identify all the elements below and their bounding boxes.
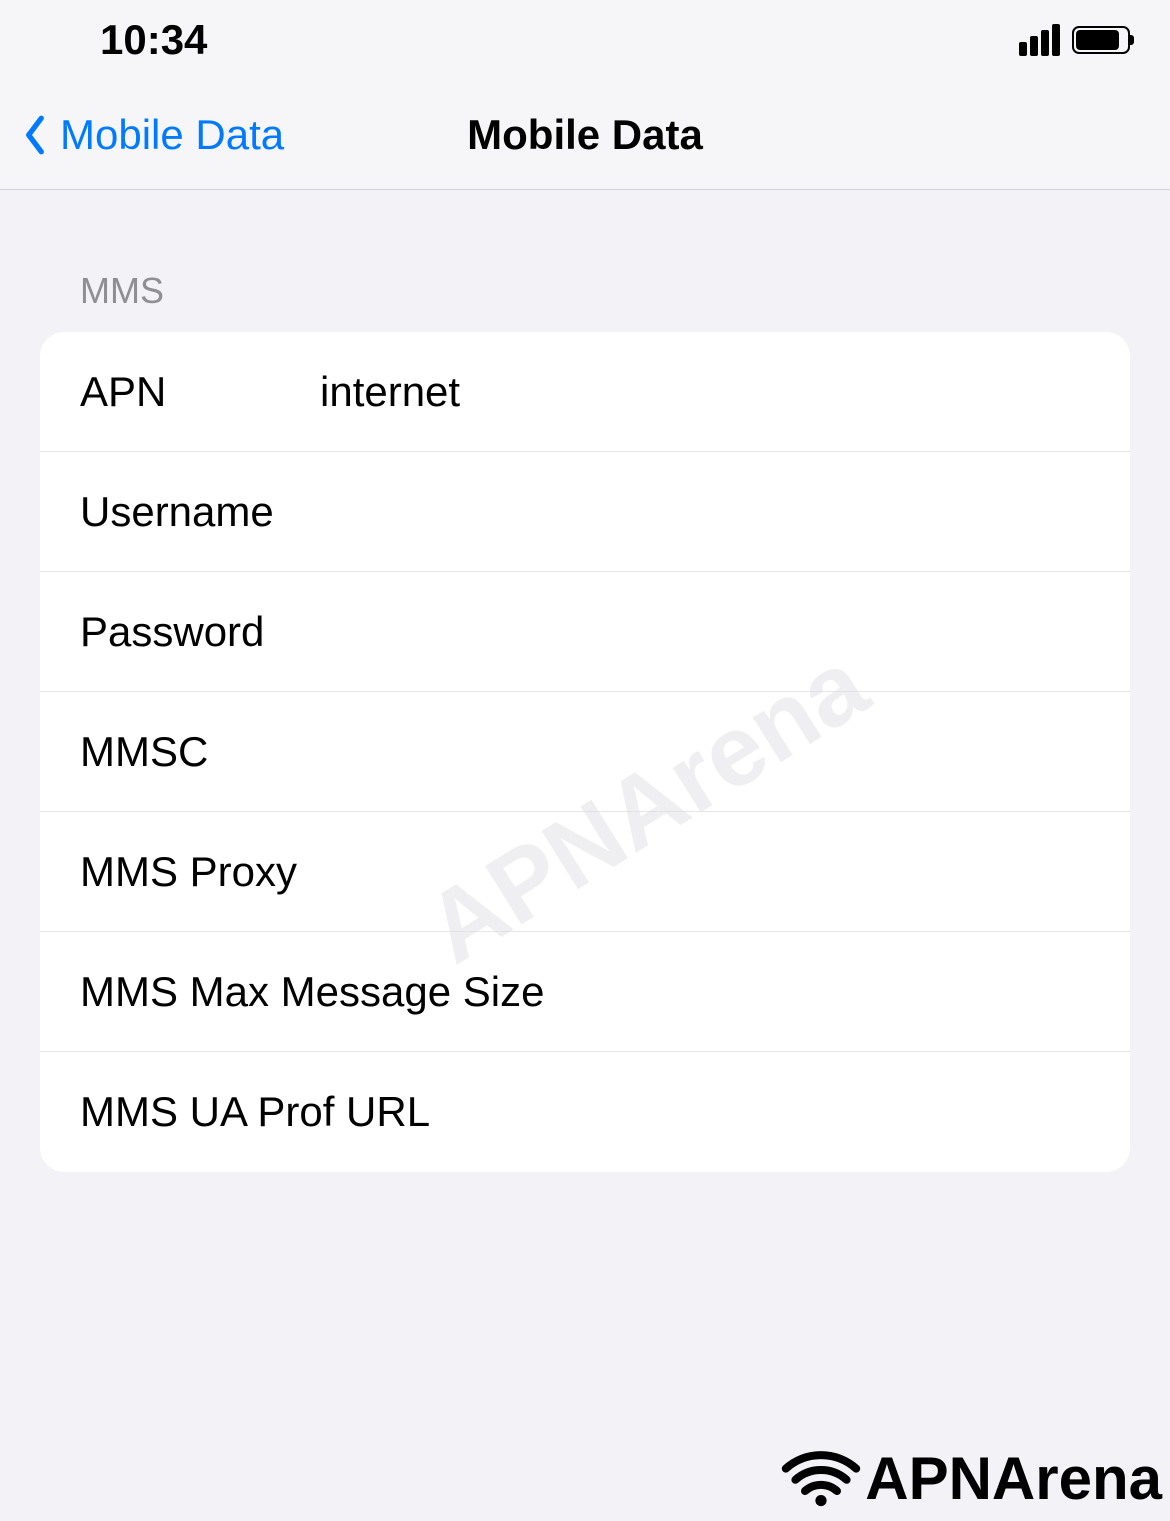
status-icons bbox=[1019, 24, 1130, 56]
password-label: Password bbox=[80, 608, 320, 656]
section-header: MMS bbox=[0, 190, 1170, 332]
username-row[interactable]: Username bbox=[40, 452, 1130, 572]
apn-label: APN bbox=[80, 368, 320, 416]
mmsc-row[interactable]: MMSC bbox=[40, 692, 1130, 812]
mms-proxy-input[interactable] bbox=[320, 848, 1090, 896]
back-button[interactable]: Mobile Data bbox=[20, 110, 284, 160]
apn-row[interactable]: APN bbox=[40, 332, 1130, 452]
mmsc-input[interactable] bbox=[320, 728, 1090, 776]
mms-ua-row[interactable]: MMS UA Prof URL bbox=[40, 1052, 1130, 1172]
signal-icon bbox=[1019, 24, 1060, 56]
page-title: Mobile Data bbox=[467, 111, 703, 159]
apn-input[interactable] bbox=[320, 368, 1090, 416]
password-input[interactable] bbox=[320, 608, 1090, 656]
wifi-icon bbox=[781, 1449, 861, 1509]
settings-group: APNArena APN Username Password MMSC MMS … bbox=[40, 332, 1130, 1172]
back-label: Mobile Data bbox=[60, 111, 284, 159]
mms-proxy-label: MMS Proxy bbox=[80, 848, 320, 896]
mms-ua-input[interactable] bbox=[430, 1088, 1090, 1136]
username-label: Username bbox=[80, 488, 320, 536]
status-bar: 10:34 bbox=[0, 0, 1170, 80]
mmsc-label: MMSC bbox=[80, 728, 320, 776]
navigation-bar: Mobile Data Mobile Data bbox=[0, 80, 1170, 190]
mms-max-row[interactable]: MMS Max Message Size bbox=[40, 932, 1130, 1052]
mms-proxy-row[interactable]: MMS Proxy bbox=[40, 812, 1130, 932]
branding-logo: APNArena bbox=[781, 1444, 1162, 1513]
mms-max-input[interactable] bbox=[544, 968, 1090, 1016]
password-row[interactable]: Password bbox=[40, 572, 1130, 692]
status-time: 10:34 bbox=[100, 16, 207, 64]
mms-max-label: MMS Max Message Size bbox=[80, 968, 544, 1016]
mms-ua-label: MMS UA Prof URL bbox=[80, 1088, 430, 1136]
username-input[interactable] bbox=[320, 488, 1090, 536]
battery-icon bbox=[1072, 26, 1130, 54]
chevron-left-icon bbox=[20, 110, 50, 160]
